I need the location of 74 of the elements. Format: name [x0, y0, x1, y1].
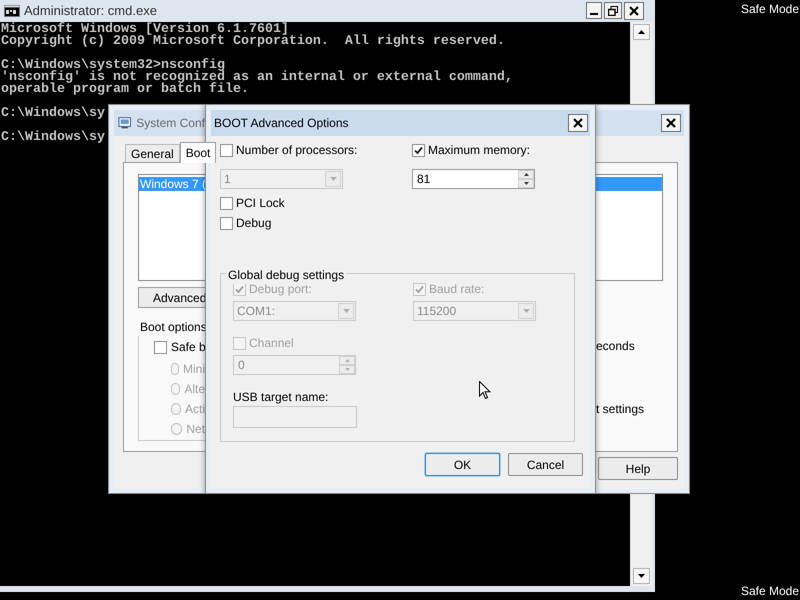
spin-button[interactable]	[518, 170, 534, 179]
radio-button[interactable]	[171, 363, 179, 375]
radio-label[interactable]: Mini	[182, 360, 205, 378]
arrow-up-icon	[638, 30, 645, 34]
dropdown-value: 115200	[416, 303, 458, 320]
checkbox-label[interactable]: Number of processors:	[236, 141, 358, 159]
safe-mode-label: Safe Mode	[740, 583, 799, 600]
minimize-icon	[590, 13, 598, 15]
checkbox[interactable]	[154, 340, 167, 354]
window-title: BOOT Advanced Options	[214, 115, 350, 132]
window-title: System Conf	[136, 115, 205, 132]
arrow-icon	[524, 182, 528, 185]
field-value: 81	[416, 171, 432, 188]
field-value: 0	[237, 357, 246, 374]
advanced-options-button[interactable]: Advanced	[138, 287, 205, 308]
console-line: operable program or batch file.	[1, 84, 249, 96]
checkbox-label[interactable]: Maximum memory:	[428, 141, 530, 159]
caret-icon	[330, 177, 336, 181]
close-icon	[666, 118, 676, 128]
radio-label[interactable]: Acti	[184, 400, 205, 418]
computer-icon	[118, 116, 132, 130]
radio-label[interactable]: Net	[186, 420, 205, 438]
cancel-button[interactable]: Cancel	[508, 453, 583, 476]
option-label: econds	[596, 338, 636, 355]
console-line: C:\Windows\sy	[1, 108, 105, 120]
console-icon	[4, 5, 20, 17]
console-line: Copyright (c) 2009 Microsoft Corporation. All rights reserved.	[1, 36, 505, 48]
spin-field[interactable]: 81	[412, 169, 535, 189]
close-button[interactable]	[661, 114, 681, 132]
dropdown-arrow-button[interactable]	[338, 303, 354, 319]
tab[interactable]: General	[125, 144, 180, 162]
window-title: Administrator: cmd.exe	[24, 2, 158, 20]
checkbox-label[interactable]: PCI Lock	[236, 194, 285, 212]
dropdown[interactable]: 1	[220, 169, 343, 189]
dropdown-value: COM1:	[236, 303, 276, 320]
checkbox-label[interactable]: Debug	[236, 214, 272, 232]
console-line: C:\Windows\sy	[1, 132, 105, 144]
spin-button[interactable]	[518, 179, 534, 188]
checkbox[interactable]	[220, 144, 233, 156]
safe-mode-label: Safe Mode	[740, 1, 799, 18]
scroll-down-button[interactable]	[633, 568, 650, 584]
arrow-icon	[344, 359, 350, 362]
radio-button[interactable]	[171, 403, 181, 415]
checkbox[interactable]	[220, 196, 233, 210]
arrow-down-icon	[638, 574, 645, 578]
close-button[interactable]	[624, 2, 644, 20]
list-box[interactable]	[596, 174, 663, 281]
caret-icon	[342, 309, 350, 313]
radio-button[interactable]	[171, 383, 180, 395]
field-label: USB target name:	[233, 389, 328, 404]
minimize-button[interactable]	[586, 2, 602, 19]
console-line: C:\Windows\system32>nsconfig	[1, 60, 225, 72]
ok-button[interactable]: OK	[425, 453, 500, 476]
radio-button[interactable]	[171, 423, 182, 435]
checkbox[interactable]	[412, 144, 425, 156]
close-icon	[573, 118, 583, 128]
restore-icon	[608, 6, 618, 16]
restore-button[interactable]	[604, 2, 622, 19]
close-icon	[629, 6, 639, 16]
checkbox-label[interactable]: Safe b	[171, 338, 206, 356]
dropdown-arrow-button[interactable]	[518, 303, 534, 319]
checkbox[interactable]	[220, 216, 233, 230]
mouse-pointer-icon	[479, 381, 491, 400]
close-button[interactable]	[568, 114, 588, 132]
tab[interactable]: Boot	[180, 142, 216, 163]
arrow-icon	[344, 368, 350, 371]
option-label: t settings	[596, 401, 646, 418]
caret-icon	[522, 309, 530, 313]
help-button[interactable]: Help	[598, 457, 678, 480]
scroll-up-button[interactable]	[633, 24, 650, 40]
dropdown-arrow-button[interactable]	[325, 171, 341, 187]
arrow-icon	[524, 173, 528, 176]
dropdown-value: 1	[223, 171, 232, 188]
radio-label[interactable]: Alte	[184, 380, 205, 398]
